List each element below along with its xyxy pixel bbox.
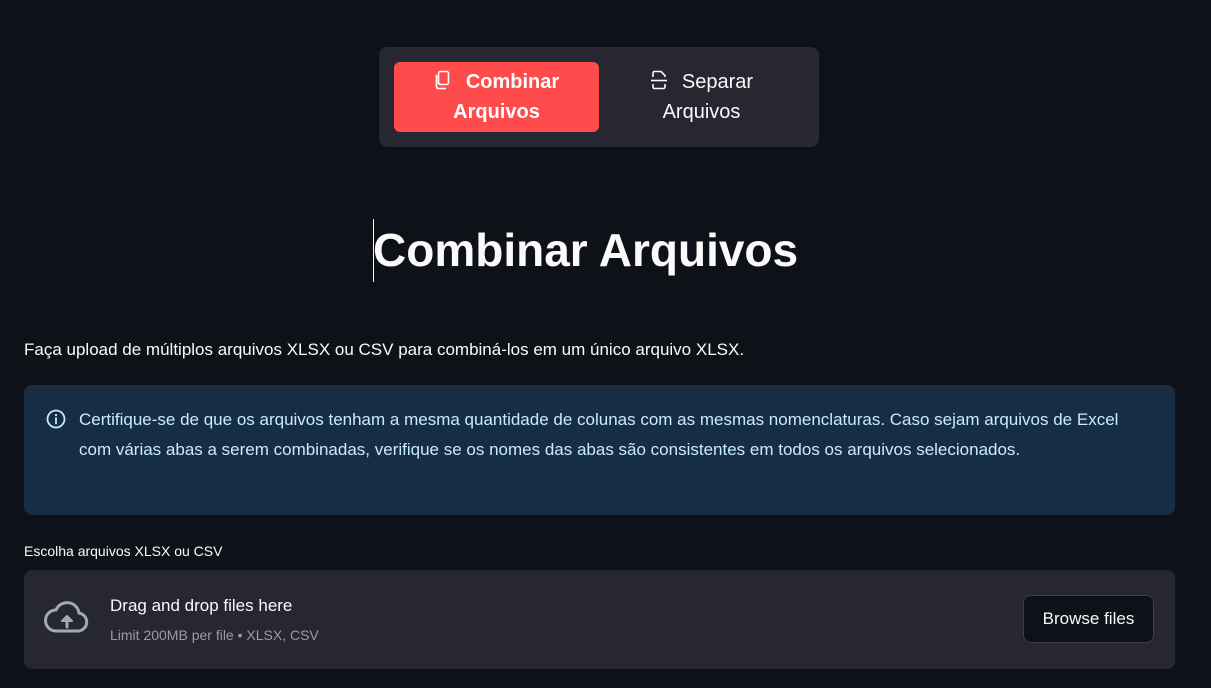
- page-title: Combinar Arquivos: [373, 224, 799, 276]
- cloud-upload-icon: [44, 601, 89, 633]
- browse-files-button[interactable]: Browse files: [1023, 595, 1154, 643]
- file-split-icon: [650, 70, 667, 90]
- tab-separar-arquivos[interactable]: Separar Arquivos: [599, 62, 804, 132]
- uploader-label: Escolha arquivos XLSX ou CSV: [24, 543, 223, 559]
- page: Combinar Arquivos Separar Arquivos Combi…: [0, 0, 1211, 688]
- info-alert: Certifique-se de que os arquivos tenham …: [24, 385, 1175, 515]
- tab-label: Separar Arquivos: [662, 71, 754, 123]
- info-text: Certifique-se de que os arquivos tenham …: [79, 410, 1119, 459]
- tab-combinar-arquivos[interactable]: Combinar Arquivos: [394, 62, 599, 132]
- dropzone-title: Drag and drop files here: [110, 596, 293, 615]
- copy-files-icon: [435, 70, 450, 90]
- dropzone-limit: Limit 200MB per file • XLSX, CSV: [110, 627, 319, 643]
- tab-label: Combinar Arquivos: [453, 71, 560, 123]
- tab-bar: Combinar Arquivos Separar Arquivos: [379, 47, 819, 147]
- intro-text: Faça upload de múltiplos arquivos XLSX o…: [24, 340, 745, 359]
- file-dropzone[interactable]: Drag and drop files here Limit 200MB per…: [24, 570, 1175, 669]
- info-icon: [46, 409, 66, 429]
